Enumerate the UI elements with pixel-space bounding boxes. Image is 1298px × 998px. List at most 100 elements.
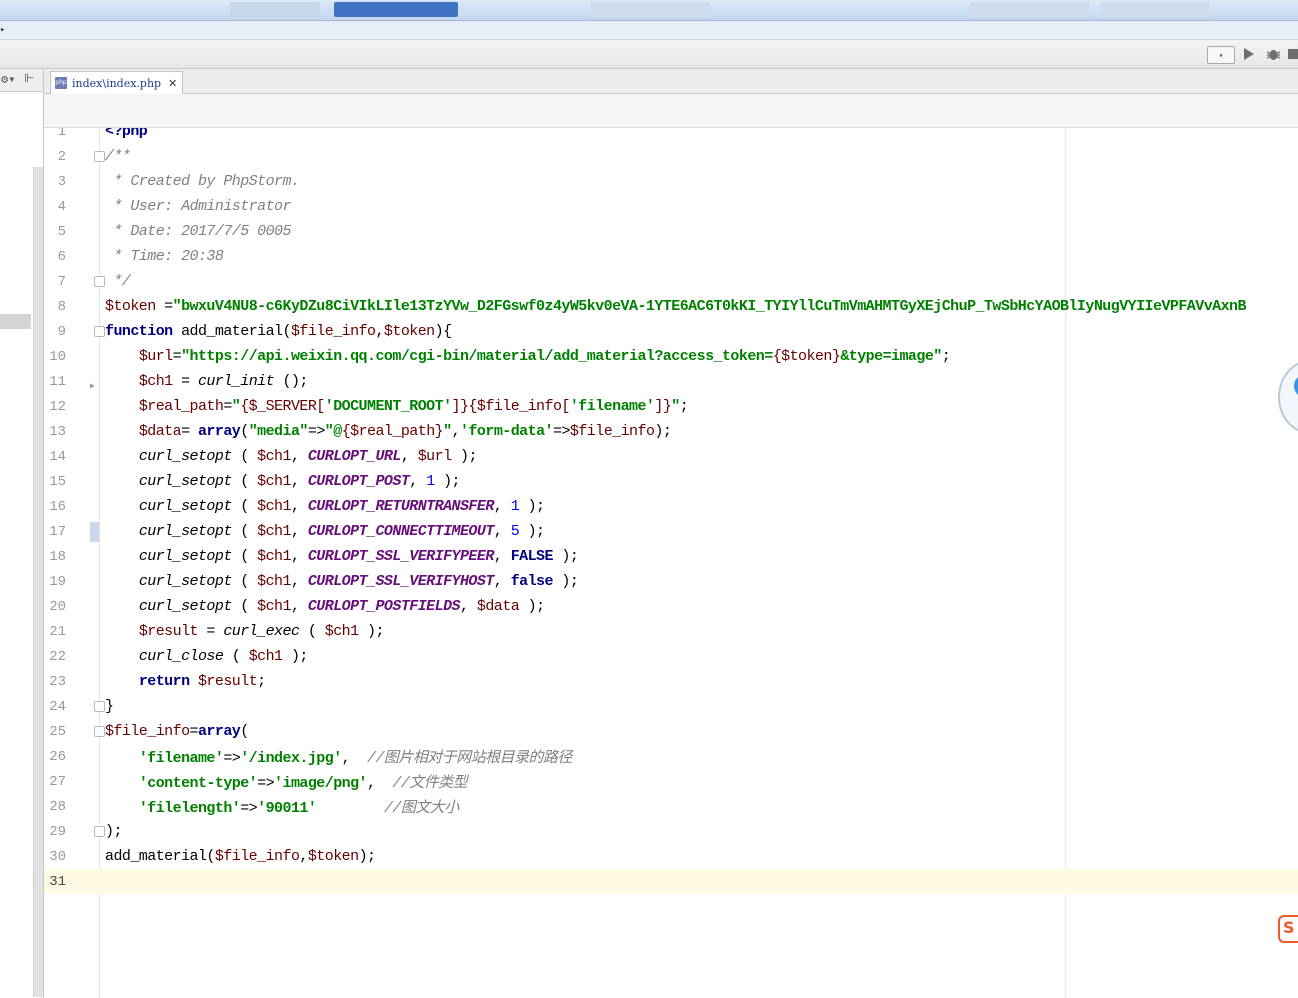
code-token: => — [552, 423, 570, 440]
line-number: 4 — [57, 198, 66, 215]
code-token: 1 — [426, 473, 435, 490]
taskbar-item[interactable] — [1100, 2, 1210, 17]
code-line[interactable]: 3 * Created by PhpStorm. — [44, 169, 1298, 194]
run-button[interactable] — [1241, 46, 1257, 62]
code-token: ); — [519, 498, 545, 515]
code-token: add_material( — [172, 323, 291, 340]
taskbar-item-active[interactable] — [334, 2, 458, 17]
code-token: curl_init — [197, 373, 275, 390]
debug-button[interactable] — [1265, 46, 1281, 62]
code-line[interactable]: 29); — [44, 819, 1298, 844]
tab-index-php[interactable]: php index\index.php ✕ — [50, 71, 183, 94]
run-configuration-dropdown[interactable]: ▾ — [1207, 46, 1235, 64]
editor-breadcrumb-bar — [44, 94, 1298, 128]
taskbar-item[interactable] — [590, 2, 710, 17]
caret-right-icon[interactable]: ▸ — [0, 25, 5, 35]
code-line[interactable]: 14 curl_setopt ( $ch1, CURLOPT_URL, $url… — [44, 444, 1298, 469]
code-line[interactable]: 27 'content-type'=>'image/png', //文件类型 — [44, 769, 1298, 794]
code-token: ( — [240, 423, 249, 440]
code-line[interactable]: 2 /** — [44, 144, 1298, 169]
code-line[interactable]: 12 $real_path="{$_SERVER['DOCUMENT_ROOT'… — [44, 394, 1298, 419]
code-line[interactable]: 1 <?php — [44, 128, 1298, 144]
code-line[interactable]: 30 add_material($file_info,$token); — [44, 844, 1298, 869]
code-line[interactable]: 23 return $result; — [44, 669, 1298, 694]
project-tree-selected-row[interactable] — [0, 314, 31, 329]
taskbar-item[interactable] — [970, 2, 1090, 17]
code-token: " — [231, 398, 241, 415]
code-token: array — [197, 423, 241, 440]
code-token: $file_info — [214, 848, 300, 865]
menu-strip: ▸ — [0, 21, 1298, 40]
code-token: ; — [257, 673, 266, 690]
code-text: * Time: 20:38 — [105, 248, 223, 265]
code-token: ( — [231, 573, 258, 590]
code-line[interactable]: 15 curl_setopt ( $ch1, CURLOPT_POST, 1 )… — [44, 469, 1298, 494]
code-line[interactable]: 13 $data= array("media"=>"@{$real_path}"… — [44, 419, 1298, 444]
code-line[interactable]: 4 * User: Administrator — [44, 194, 1298, 219]
fold-marker-icon[interactable] — [94, 726, 105, 737]
code-token: , — [375, 323, 384, 340]
code-line[interactable]: 28 'filelength'=>'90011' //图文大小 — [44, 794, 1298, 819]
code-line[interactable]: 9 function add_material($file_info,$token… — [44, 319, 1298, 344]
code-line[interactable]: 16 curl_setopt ( $ch1, CURLOPT_RETURNTRA… — [44, 494, 1298, 519]
code-line[interactable]: 25 $file_info=array( — [44, 719, 1298, 744]
line-number: 24 — [49, 698, 66, 715]
code-token: "media" — [248, 423, 309, 440]
code-line[interactable]: 7 */ — [44, 269, 1298, 294]
code-line[interactable]: 19 curl_setopt ( $ch1, CURLOPT_SSL_VERIF… — [44, 569, 1298, 594]
input-method-logo-icon[interactable]: S — [1278, 915, 1298, 943]
code-line[interactable]: 6 * Time: 20:38 — [44, 244, 1298, 269]
code-line[interactable]: 10 $url="https://api.weixin.qq.com/cgi-b… — [44, 344, 1298, 369]
code-line[interactable]: 24} — [44, 694, 1298, 719]
line-number: 20 — [49, 598, 66, 615]
code-token: ( — [231, 548, 258, 565]
code-line[interactable]: 11 ▶ $ch1 = curl_init (); — [44, 369, 1298, 394]
fold-marker-icon[interactable] — [94, 326, 105, 337]
code-line[interactable]: 26 'filename'=>'/index.jpg', //图片相对于网站根目… — [44, 744, 1298, 769]
fold-marker-icon[interactable] — [94, 701, 105, 712]
project-panel-scrollbar[interactable] — [33, 167, 43, 997]
gear-icon[interactable]: ⚙▾ — [1, 72, 15, 86]
code-text: ); — [105, 823, 122, 840]
close-icon[interactable]: ✕ — [168, 77, 177, 90]
code-line[interactable]: 31 — [44, 869, 1298, 894]
code-token: (); — [274, 373, 309, 390]
collapse-icon[interactable]: ⊩ — [24, 71, 34, 85]
fold-marker-icon[interactable] — [94, 826, 105, 837]
line-number: 10 — [49, 348, 66, 365]
code-line[interactable]: 18 curl_setopt ( $ch1, CURLOPT_SSL_VERIF… — [44, 544, 1298, 569]
fold-marker-icon[interactable] — [94, 276, 105, 287]
code-token: array — [197, 723, 241, 740]
code-line[interactable]: 22 curl_close ( $ch1 ); — [44, 644, 1298, 669]
code-token: curl_exec — [223, 623, 300, 640]
taskbar-item[interactable] — [230, 2, 320, 17]
code-editor[interactable]: 1 <?php 2/** 3 * Created by PhpStorm. 4 * Us… — [44, 128, 1298, 998]
code-token: curl_setopt — [138, 598, 233, 615]
code-token: = — [189, 723, 199, 740]
code-line[interactable]: 20 curl_setopt ( $ch1, CURLOPT_POSTFIELD… — [44, 594, 1298, 619]
code-line[interactable]: 17 curl_setopt ( $ch1, CURLOPT_CONNECTTI… — [44, 519, 1298, 544]
code-token: , — [493, 548, 511, 565]
code-token: 'image/png' — [274, 775, 368, 792]
code-line[interactable]: 8 $token ="bwxuV4NU8-c6KyDZu8CiVIkLIle13T… — [44, 294, 1298, 319]
coverage-button[interactable] — [1287, 46, 1298, 62]
line-number: 19 — [49, 573, 66, 590]
code-token: return — [138, 673, 190, 690]
code-token: * Created by PhpStorm. — [105, 173, 300, 190]
code-line[interactable]: 5 * Date: 2017/7/5 0005 — [44, 219, 1298, 244]
fold-marker-icon[interactable] — [94, 151, 105, 162]
code-token: $ch1 — [257, 523, 291, 540]
code-token: false — [510, 573, 554, 590]
code-text: * Created by PhpStorm. — [105, 173, 300, 190]
line-number: 1 — [57, 128, 66, 140]
code-line[interactable]: 21 $result = curl_exec ( $ch1 ); — [44, 619, 1298, 644]
